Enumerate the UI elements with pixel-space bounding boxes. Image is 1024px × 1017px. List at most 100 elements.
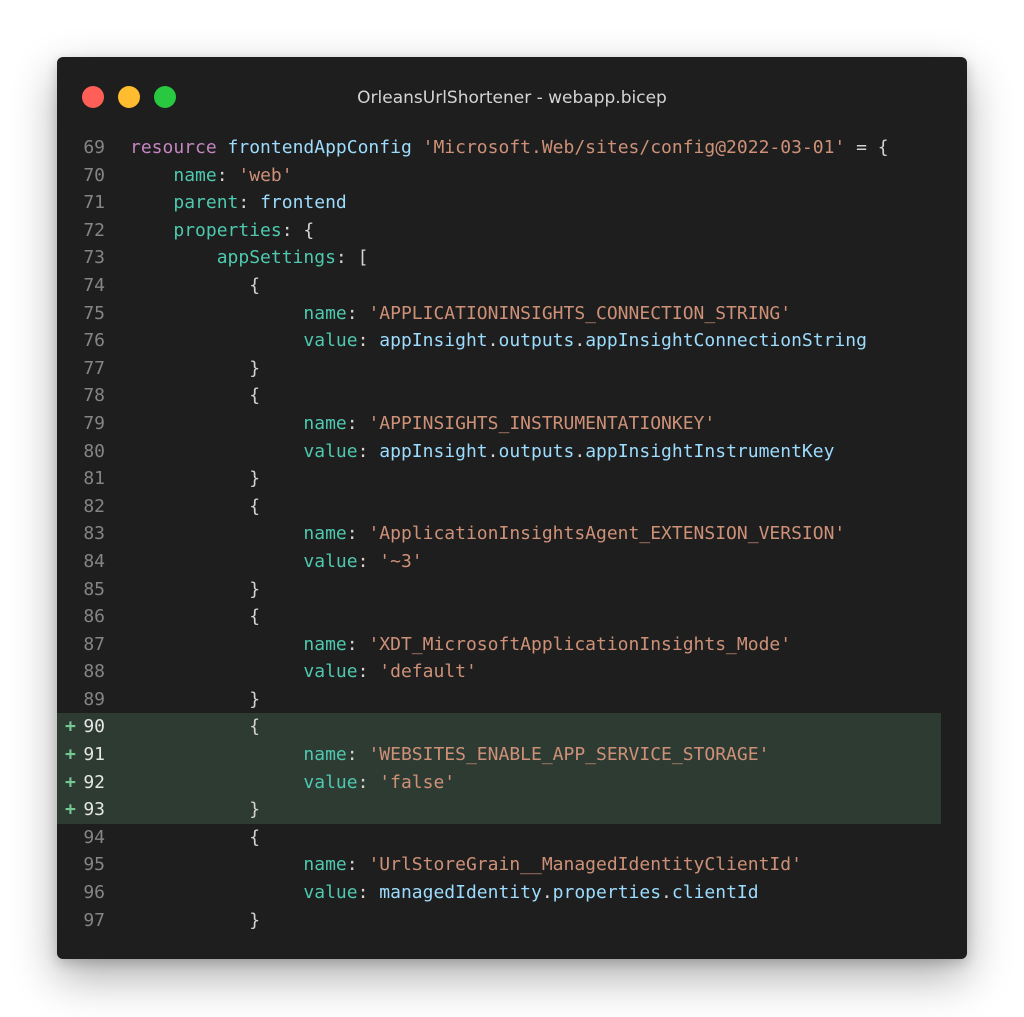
code-line[interactable]: 85 }	[57, 576, 941, 604]
property-token: value	[303, 661, 358, 683]
code-text: }	[130, 465, 260, 493]
code-line[interactable]: 89 }	[57, 686, 941, 714]
property-token: name	[173, 164, 217, 186]
code-line[interactable]: 70 name: 'web'	[57, 162, 941, 190]
string-token: 'default'	[379, 661, 477, 683]
code-text: name: 'UrlStoreGrain__ManagedIdentityCli…	[130, 851, 802, 879]
punctuation-token: }	[249, 357, 261, 379]
code-text: {	[130, 272, 260, 300]
code-line[interactable]: 86 {	[57, 603, 941, 631]
code-line-added[interactable]: +90 {	[57, 713, 941, 742]
code-line[interactable]: 83 name: 'ApplicationInsightsAgent_EXTEN…	[57, 520, 941, 548]
code-line[interactable]: 84 value: '~3'	[57, 548, 941, 576]
code-editor[interactable]: 69 resource frontendAppConfig 'Microsoft.…	[57, 134, 967, 934]
punctuation-token	[217, 137, 228, 158]
line-number: 94	[83, 826, 105, 848]
property-token: name	[303, 854, 347, 876]
punctuation-token: {	[249, 385, 261, 407]
punctuation-token	[412, 137, 423, 158]
code-text: value: managedIdentity.properties.client…	[130, 879, 758, 907]
code-line[interactable]: 97 }	[57, 907, 941, 935]
code-line-added[interactable]: +91 name: 'WEBSITES_ENABLE_APP_SERVICE_S…	[57, 741, 941, 769]
code-text: resource frontendAppConfig 'Microsoft.We…	[130, 134, 889, 162]
line-number: 89	[83, 688, 105, 710]
code-line[interactable]: 88 value: 'default'	[57, 658, 941, 686]
property-token: value	[303, 550, 358, 572]
code-line[interactable]: 81 }	[57, 465, 941, 493]
code-line[interactable]: 80 value: appInsight.outputs.appInsightI…	[57, 438, 941, 466]
code-text: name: 'WEBSITES_ENABLE_APP_SERVICE_STORA…	[130, 741, 769, 769]
code-line[interactable]: 69 resource frontendAppConfig 'Microsoft.…	[57, 134, 941, 162]
punctuation-token: .	[541, 882, 553, 904]
identifier-token: frontendAppConfig	[227, 137, 412, 158]
punctuation-token: :	[357, 330, 380, 352]
code-line[interactable]: 79 name: 'APPINSIGHTS_INSTRUMENTATIONKEY…	[57, 410, 941, 438]
code-text: value: '~3'	[130, 548, 423, 576]
line-number: 85	[83, 578, 105, 600]
code-line[interactable]: 87 name: 'XDT_MicrosoftApplicationInsigh…	[57, 631, 941, 659]
code-line[interactable]: 76 value: appInsight.outputs.appInsightC…	[57, 327, 941, 355]
punctuation-token: :	[346, 854, 369, 876]
property-token: properties	[173, 219, 282, 241]
code-text: }	[130, 355, 260, 383]
code-line[interactable]: 72 properties: {	[57, 217, 941, 245]
code-text: value: 'false'	[130, 769, 455, 797]
code-line[interactable]: 75 name: 'APPLICATIONINSIGHTS_CONNECTION…	[57, 300, 941, 328]
punctuation-token: :	[346, 302, 369, 324]
punctuation-token: :	[357, 440, 380, 462]
code-text: name: 'web'	[130, 162, 292, 190]
punctuation-token: {	[249, 716, 261, 738]
window-titlebar: OrleansUrlShortener - webapp.bicep	[57, 57, 967, 137]
code-text: value: 'default'	[130, 658, 477, 686]
property-token: value	[303, 771, 358, 793]
code-line[interactable]: 74 {	[57, 272, 941, 300]
code-line[interactable]: 96 value: managedIdentity.properties.cli…	[57, 879, 941, 907]
code-text: }	[130, 907, 260, 935]
code-line[interactable]: 71 parent: frontend	[57, 189, 941, 217]
string-token: 'Microsoft.Web/sites/config@2022-03-01'	[422, 137, 846, 158]
code-text: name: 'APPINSIGHTS_INSTRUMENTATIONKEY'	[130, 410, 715, 438]
string-token: '~3'	[379, 550, 423, 572]
line-number: 91	[83, 744, 105, 766]
line-number: 83	[83, 523, 105, 545]
code-text: value: appInsight.outputs.appInsightConn…	[130, 327, 867, 355]
line-number: 96	[83, 882, 105, 904]
code-line[interactable]: 94 {	[57, 824, 941, 852]
line-number: 92	[83, 771, 105, 793]
punctuation-token: }	[249, 468, 261, 490]
identifier-token: frontend	[260, 192, 347, 214]
code-line-added[interactable]: +92 value: 'false'	[57, 768, 941, 797]
code-line[interactable]: 95 name: 'UrlStoreGrain__ManagedIdentity…	[57, 851, 941, 879]
line-number: 82	[83, 495, 105, 517]
code-line[interactable]: 73 appSettings: [	[57, 244, 941, 272]
code-text: }	[130, 686, 260, 714]
identifier-token: properties	[552, 882, 662, 904]
punctuation-token: :	[357, 882, 380, 904]
line-number: 72	[83, 219, 105, 241]
code-line[interactable]: 82 {	[57, 493, 941, 521]
line-number: 73	[83, 247, 105, 269]
line-number: 69	[83, 137, 105, 158]
code-line[interactable]: 78 {	[57, 382, 941, 410]
line-number: 87	[83, 633, 105, 655]
code-line[interactable]: 77 }	[57, 355, 941, 383]
code-line-added[interactable]: +93 }	[57, 796, 941, 824]
property-token: parent	[173, 192, 239, 214]
line-number: 95	[83, 854, 105, 876]
diff-added-marker: +	[65, 716, 76, 738]
code-text: name: 'ApplicationInsightsAgent_EXTENSIO…	[130, 520, 845, 548]
